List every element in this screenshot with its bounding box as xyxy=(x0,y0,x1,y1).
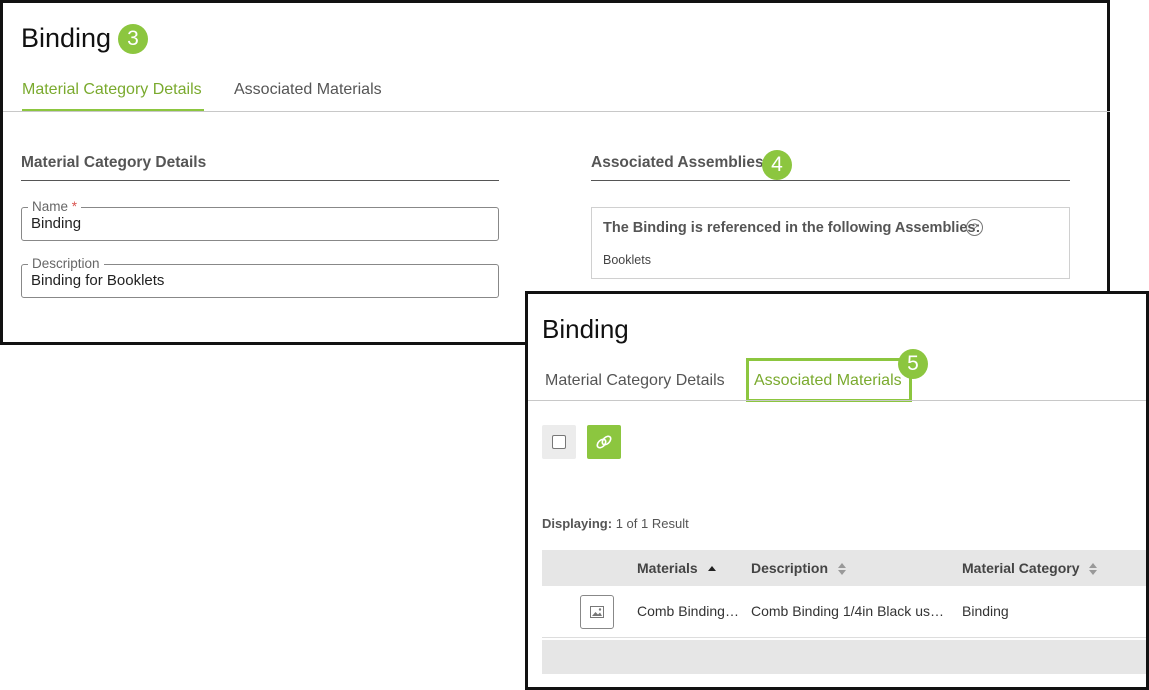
page-title-2: Binding xyxy=(542,314,629,344)
column-materials[interactable]: Materials xyxy=(637,560,717,576)
tab-divider xyxy=(3,111,1110,112)
checkbox-box xyxy=(552,435,566,449)
sort-icon xyxy=(1089,563,1098,576)
assemblies-box: The Binding is referenced in the followi… xyxy=(591,207,1070,279)
column-material-category[interactable]: Material Category xyxy=(962,560,1098,576)
required-asterisk: * xyxy=(71,199,78,214)
result-count: Displaying: 1 of 1 Result xyxy=(542,516,689,531)
description-label: Description xyxy=(28,256,104,272)
tab-material-category-details-2[interactable]: Material Category Details xyxy=(545,372,725,390)
highlight-outline xyxy=(746,358,912,402)
assembly-item[interactable]: Booklets xyxy=(603,253,651,267)
cell-description: Comb Binding 1/4in Black used for Bookle… xyxy=(751,603,947,619)
description-field[interactable]: Description Binding for Booklets xyxy=(21,256,499,298)
associated-materials-panel: Binding Material Category Details Associ… xyxy=(525,291,1149,690)
tab-associated-materials[interactable]: Associated Materials xyxy=(234,81,382,99)
details-heading: Material Category Details xyxy=(21,154,207,171)
description-value: Binding for Booklets xyxy=(31,272,165,289)
tab-divider-2 xyxy=(528,400,1146,401)
assemblies-message: The Binding is referenced in the followi… xyxy=(603,220,981,236)
image-icon xyxy=(590,606,604,618)
assemblies-heading: Associated Assemblies xyxy=(591,154,764,171)
table-row[interactable]: Comb Binding 1/4in Black Comb Binding 1/… xyxy=(542,586,1146,638)
sort-ascending-icon xyxy=(707,566,716,572)
cell-category: Binding xyxy=(962,603,1009,619)
tab-material-category-details[interactable]: Material Category Details xyxy=(22,81,202,99)
assemblies-heading-rule xyxy=(591,180,1070,181)
column-description[interactable]: Description xyxy=(751,560,847,576)
material-thumbnail[interactable] xyxy=(580,595,614,629)
details-heading-rule xyxy=(21,180,499,181)
name-field[interactable]: Name * Binding xyxy=(21,199,499,241)
link-material-button[interactable] xyxy=(587,425,621,459)
name-value: Binding xyxy=(31,215,82,232)
help-icon[interactable]: ? xyxy=(966,219,983,236)
callout-badge-5: 5 xyxy=(898,349,928,379)
name-label: Name * xyxy=(28,199,82,215)
link-icon xyxy=(596,435,612,449)
callout-badge-4: 4 xyxy=(762,150,792,180)
table-header: Materials Description Material Category xyxy=(542,550,1146,586)
page-title: Binding xyxy=(21,23,112,53)
table-footer xyxy=(542,640,1146,674)
callout-badge-3: 3 xyxy=(118,24,148,54)
select-all-checkbox[interactable] xyxy=(542,425,576,459)
cell-material[interactable]: Comb Binding 1/4in Black xyxy=(637,603,741,619)
sort-icon xyxy=(837,563,846,576)
